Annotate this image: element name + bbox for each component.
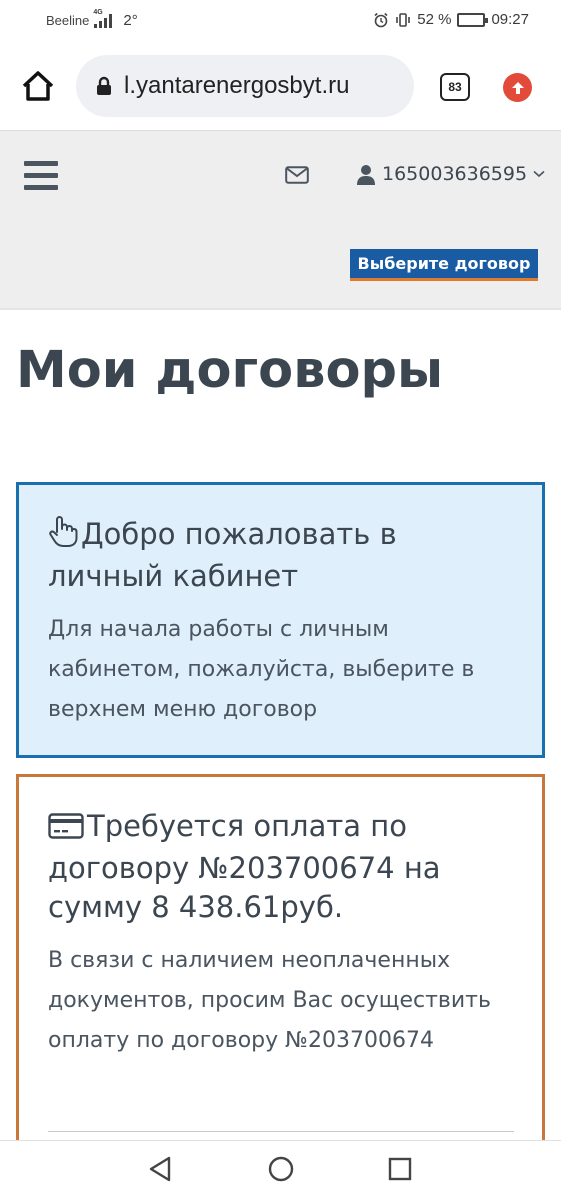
home-icon[interactable]: [18, 66, 58, 106]
clock: 09:27: [491, 11, 529, 28]
chevron-down-icon: [533, 170, 545, 178]
payment-text: В связи с наличием неоплаченных документ…: [48, 948, 491, 1053]
site-header: 165003636595 Выберите договор: [0, 130, 561, 308]
hamburger-menu-icon[interactable]: [24, 161, 58, 191]
browser-toolbar: l.yantarenergosbyt.ru 83: [0, 44, 561, 130]
alarm-icon: [374, 12, 388, 27]
home-circle-icon[interactable]: [267, 1155, 295, 1183]
user-icon: [357, 164, 375, 185]
welcome-title-text: Добро пожаловать в личный кабинет: [48, 517, 397, 593]
signal-icon: 4G: [93, 9, 113, 28]
status-bar: Beeline 4G 2° 52 % 09:27: [0, 0, 561, 44]
network-type: 4G: [93, 8, 103, 16]
account-number: 165003636595: [382, 163, 528, 185]
credit-card-icon: [48, 810, 84, 849]
back-icon[interactable]: [147, 1155, 173, 1183]
battery-percent: 52 %: [417, 11, 452, 28]
page-title: Мои договоры: [16, 341, 444, 400]
welcome-panel: Добро пожаловать в личный кабинет Для на…: [16, 482, 545, 758]
vibrate-icon: [396, 12, 411, 27]
divider: [48, 1131, 514, 1132]
url-text: l.yantarenergosbyt.ru: [124, 72, 350, 99]
welcome-title: Добро пожаловать в личный кабинет: [48, 515, 514, 596]
select-contract-button[interactable]: Выберите договор: [350, 249, 538, 281]
main-content: Мои договоры Добро пожаловать в личный к…: [0, 308, 561, 1140]
welcome-text: Для начала работы с личным кабинетом, по…: [48, 617, 475, 722]
payment-title: Требуется оплата по договору №203700674 …: [48, 807, 514, 927]
account-menu[interactable]: 165003636595: [356, 163, 545, 185]
lock-icon: [97, 76, 111, 95]
address-bar[interactable]: l.yantarenergosbyt.ru: [76, 55, 414, 117]
recent-apps-icon[interactable]: [388, 1155, 412, 1183]
system-navigation-bar: [0, 1140, 561, 1200]
carrier-name: Beeline: [46, 13, 90, 28]
temperature: 2°: [123, 12, 138, 29]
upload-arrow-icon[interactable]: [503, 73, 532, 102]
payment-title-text: Требуется оплата по договору №203700674 …: [48, 809, 441, 924]
tabs-counter-button[interactable]: 83: [440, 73, 470, 101]
payment-required-panel: Требуется оплата по договору №203700674 …: [16, 774, 545, 1140]
hand-pointer-icon: [48, 515, 78, 557]
mail-icon[interactable]: [285, 166, 309, 184]
battery-icon: [457, 12, 489, 27]
